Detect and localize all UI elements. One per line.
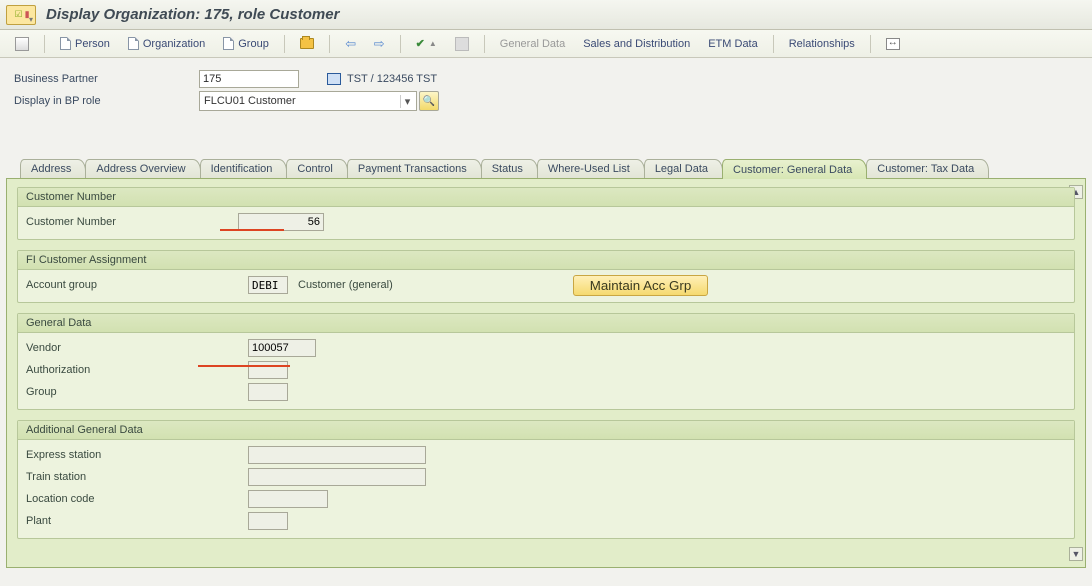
person-button[interactable]: Person (53, 34, 117, 54)
tab-status[interactable]: Status (481, 159, 538, 178)
organization-label: Organization (143, 38, 205, 50)
group-fi-customer-assignment: FI Customer Assignment Account group Cus… (17, 250, 1075, 303)
bp-desc-text: TST / 123456 TST (347, 73, 437, 85)
scroll-down-button[interactable]: ▼ (1069, 547, 1083, 561)
tab-address-overview[interactable]: Address Overview (85, 159, 200, 178)
relationships-button[interactable]: Relationships (782, 34, 862, 54)
group-button[interactable]: Group (216, 34, 276, 54)
group-general-data: General Data Vendor Authorization Group (17, 313, 1075, 410)
tab-control[interactable]: Control (286, 159, 347, 178)
app-toolbar: Person Organization Group ⇨ ⇨ ✔▲ General… (0, 30, 1092, 58)
location-code-input[interactable] (248, 490, 328, 508)
overview-icon (886, 38, 900, 50)
document-icon (60, 37, 71, 50)
document-icon (128, 37, 139, 50)
tab-identification[interactable]: Identification (200, 159, 288, 178)
company-icon (327, 73, 341, 85)
tab-where-used[interactable]: Where-Used List (537, 159, 645, 178)
general-data-button: General Data (493, 34, 572, 54)
app-menu-icon[interactable]: ☑ ▮ (6, 5, 36, 25)
tab-customer-tax-data[interactable]: Customer: Tax Data (866, 159, 989, 178)
nav-forward-button[interactable]: ⇨ (367, 34, 392, 54)
vendor-label: Vendor (26, 342, 248, 354)
account-group-label: Account group (26, 279, 248, 291)
hierarchy-button (448, 34, 476, 54)
annotation-redline (220, 229, 284, 231)
train-station-input[interactable] (248, 468, 426, 486)
tabstrip: Address Address Overview Identification … (6, 156, 1086, 178)
bp-role-select[interactable]: FLCU01 Customer ▾ (199, 91, 417, 111)
person-label: Person (75, 38, 110, 50)
group-title: FI Customer Assignment (18, 251, 1074, 270)
plant-input[interactable] (248, 512, 288, 530)
header-form: Business Partner TST / 123456 TST Displa… (0, 58, 1092, 116)
menu-button[interactable] (8, 34, 36, 54)
role-value: FLCU01 Customer (204, 95, 296, 107)
group-label: Group (26, 386, 248, 398)
group-customer-number: Customer Number Customer Number (17, 187, 1075, 240)
authorization-input[interactable] (248, 361, 288, 379)
group-input[interactable] (248, 383, 288, 401)
folder-open-icon (300, 38, 314, 49)
group-label: Group (238, 38, 269, 50)
sales-dist-button[interactable]: Sales and Distribution (576, 34, 697, 54)
plant-label: Plant (26, 515, 248, 527)
open-button[interactable] (293, 34, 321, 54)
bp-label: Business Partner (14, 73, 199, 85)
arrow-left-icon: ⇨ (345, 36, 356, 52)
location-code-label: Location code (26, 493, 248, 505)
hierarchy-icon (455, 37, 469, 51)
vendor-input[interactable] (248, 339, 316, 357)
arrow-right-icon: ⇨ (374, 36, 385, 52)
menu-icon (15, 37, 29, 51)
etm-data-button[interactable]: ETM Data (701, 34, 765, 54)
business-partner-input[interactable] (199, 70, 299, 88)
etm-label: ETM Data (708, 38, 758, 50)
sales-dist-label: Sales and Distribution (583, 38, 690, 50)
check-button[interactable]: ✔▲ (409, 34, 444, 54)
page-title: Display Organization: 175, role Customer (46, 6, 339, 23)
bp-description: TST / 123456 TST (327, 73, 437, 85)
search-icon: 🔍 (423, 96, 435, 107)
tab-legal-data[interactable]: Legal Data (644, 159, 723, 178)
account-group-text: Customer (general) (298, 279, 393, 291)
overview-button[interactable] (879, 34, 907, 54)
tab-address[interactable]: Address (20, 159, 86, 178)
check-icon: ✔ (416, 37, 425, 50)
customer-number-label: Customer Number (26, 216, 238, 228)
document-icon (223, 37, 234, 50)
tab-panel-customer-general: ▲ ▼ Customer Number Customer Number FI C… (6, 178, 1086, 568)
chevron-down-icon: ▾ (400, 95, 414, 108)
nav-back-button[interactable]: ⇨ (338, 34, 363, 54)
express-station-label: Express station (26, 449, 248, 461)
group-additional-general-data: Additional General Data Express station … (17, 420, 1075, 539)
tab-customer-general-data[interactable]: Customer: General Data (722, 159, 867, 179)
maintain-acc-grp-button[interactable]: Maintain Acc Grp (573, 275, 708, 296)
group-title: Additional General Data (18, 421, 1074, 440)
train-station-label: Train station (26, 471, 248, 483)
role-apply-button[interactable]: 🔍 (419, 91, 439, 111)
express-station-input[interactable] (248, 446, 426, 464)
tab-region: Address Address Overview Identification … (6, 156, 1086, 568)
role-label: Display in BP role (14, 95, 199, 107)
title-bar: ☑ ▮ Display Organization: 175, role Cust… (0, 0, 1092, 30)
relationships-label: Relationships (789, 38, 855, 50)
account-group-input[interactable] (248, 276, 288, 294)
group-title: Customer Number (18, 188, 1074, 207)
general-data-label: General Data (500, 38, 565, 50)
group-title: General Data (18, 314, 1074, 333)
annotation-redline (198, 365, 290, 367)
tab-payment-transactions[interactable]: Payment Transactions (347, 159, 482, 178)
organization-button[interactable]: Organization (121, 34, 212, 54)
